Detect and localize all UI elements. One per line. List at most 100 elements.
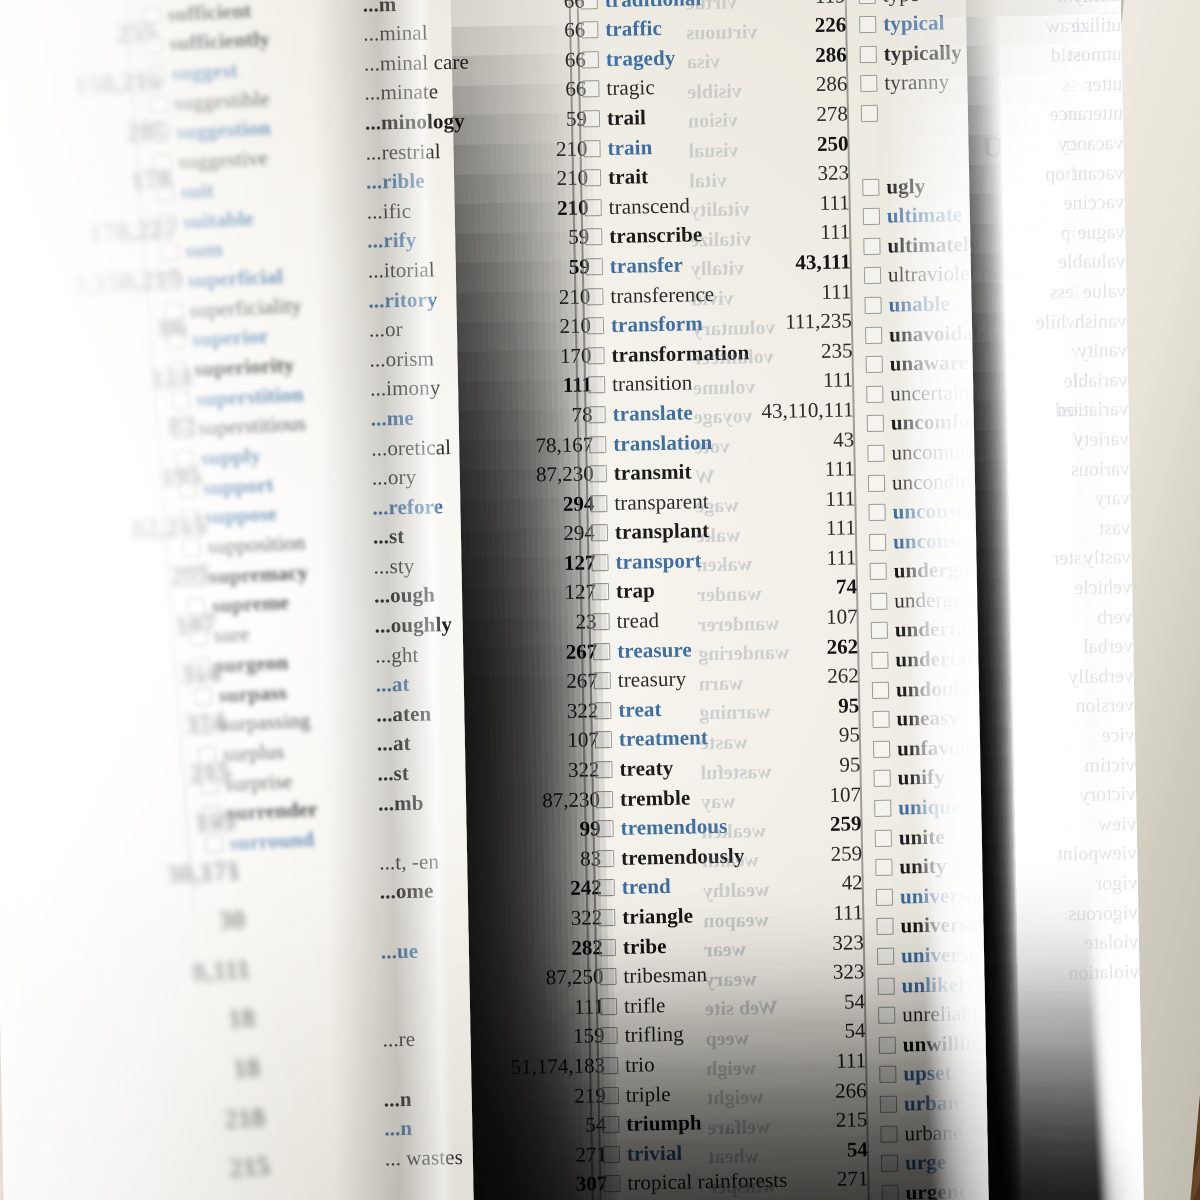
- checkbox-icon[interactable]: [200, 775, 219, 794]
- checkbox-icon[interactable]: [169, 361, 188, 380]
- checkbox-icon[interactable]: [153, 154, 173, 173]
- checkbox-icon[interactable]: [591, 583, 610, 601]
- checkbox-icon[interactable]: [601, 1086, 619, 1104]
- checkbox-icon[interactable]: [867, 444, 885, 462]
- checkbox-icon[interactable]: [587, 376, 606, 394]
- checkbox-icon[interactable]: [859, 15, 877, 34]
- checkbox-icon[interactable]: [874, 799, 892, 818]
- index-entry[interactable]: ...st294: [373, 521, 596, 555]
- checkbox-icon[interactable]: [158, 213, 177, 232]
- index-entry[interactable]: ...n219: [384, 1083, 607, 1117]
- checkbox-icon[interactable]: [581, 50, 599, 69]
- checkbox-icon[interactable]: [178, 479, 197, 498]
- checkbox-icon[interactable]: [597, 849, 615, 868]
- checkbox-icon[interactable]: [867, 474, 886, 492]
- index-entry[interactable]: ...re159: [382, 1024, 605, 1058]
- checkbox-icon[interactable]: [600, 1056, 619, 1075]
- index-entry[interactable]: 99: [378, 816, 601, 850]
- checkbox-icon[interactable]: [155, 183, 175, 202]
- checkbox-icon[interactable]: [859, 45, 877, 63]
- index-entry[interactable]: 307: [385, 1172, 608, 1200]
- index-entry[interactable]: ...ritory210: [368, 284, 591, 318]
- checkbox-icon[interactable]: [198, 746, 217, 765]
- checkbox-icon[interactable]: [144, 35, 164, 54]
- checkbox-icon[interactable]: [595, 790, 614, 808]
- checkbox-icon[interactable]: [865, 355, 883, 374]
- checkbox-icon[interactable]: [583, 169, 602, 187]
- checkbox-icon[interactable]: [149, 95, 168, 113]
- checkbox-icon[interactable]: [881, 1184, 899, 1200]
- checkbox-icon[interactable]: [865, 326, 883, 344]
- index-entry[interactable]: ...at107: [377, 728, 600, 762]
- index-entry[interactable]: ...rible210: [366, 166, 589, 200]
- index-entry[interactable]: ...minology 59: [365, 106, 588, 140]
- index-entry[interactable]: ...or210: [369, 313, 592, 347]
- index-entry[interactable]: ...ue282: [381, 935, 604, 969]
- index-entry[interactable]: ...orism170: [369, 343, 592, 377]
- checkbox-icon[interactable]: [877, 977, 895, 995]
- index-entry[interactable]: ...minate 66: [364, 77, 587, 111]
- checkbox-icon[interactable]: [880, 1125, 898, 1143]
- checkbox-icon[interactable]: [187, 598, 206, 617]
- checkbox-icon[interactable]: [876, 918, 894, 936]
- checkbox-icon[interactable]: [196, 716, 215, 735]
- index-entry[interactable]: ...at267: [376, 669, 599, 703]
- checkbox-icon[interactable]: [176, 450, 195, 469]
- checkbox-icon[interactable]: [879, 1095, 898, 1113]
- checkbox-icon[interactable]: [191, 657, 210, 676]
- index-entry[interactable]: ...mb 87,230: [378, 787, 601, 821]
- index-entry[interactable]: urgency 162: [881, 1176, 1144, 1200]
- index-entry[interactable]: ...ght267: [375, 639, 598, 673]
- index-entry[interactable]: 87,250: [381, 964, 604, 998]
- index-entry[interactable]: ...itorial 59: [368, 254, 591, 288]
- checkbox-icon[interactable]: [182, 539, 201, 557]
- checkbox-icon[interactable]: [162, 272, 181, 291]
- checkbox-icon[interactable]: [582, 80, 600, 98]
- checkbox-icon[interactable]: [173, 420, 193, 439]
- checkbox-icon[interactable]: [189, 627, 208, 646]
- checkbox-icon[interactable]: [872, 740, 891, 758]
- checkbox-icon[interactable]: [875, 858, 893, 877]
- checkbox-icon[interactable]: [585, 228, 603, 246]
- checkbox-icon[interactable]: [870, 622, 889, 640]
- checkbox-icon[interactable]: [866, 385, 884, 403]
- checkbox-icon[interactable]: [585, 258, 603, 276]
- checkbox-icon[interactable]: [147, 65, 166, 84]
- checkbox-icon[interactable]: [581, 21, 599, 39]
- checkbox-icon[interactable]: [164, 302, 184, 321]
- checkbox-icon[interactable]: [862, 207, 881, 226]
- checkbox-icon[interactable]: [594, 731, 613, 749]
- checkbox-icon[interactable]: [600, 1027, 618, 1045]
- checkbox-icon[interactable]: [590, 494, 608, 513]
- checkbox-icon[interactable]: [878, 1006, 896, 1025]
- checkbox-icon[interactable]: [591, 553, 609, 572]
- index-entry[interactable]: 51,174,183: [383, 1053, 606, 1087]
- checkbox-icon[interactable]: [590, 524, 609, 542]
- checkbox-icon[interactable]: [171, 391, 190, 409]
- checkbox-icon[interactable]: [863, 267, 882, 285]
- checkbox-icon[interactable]: [879, 1065, 897, 1084]
- index-entry[interactable]: ...sty127: [373, 550, 596, 584]
- checkbox-icon[interactable]: [586, 317, 605, 335]
- checkbox-icon[interactable]: [869, 562, 887, 581]
- checkbox-icon[interactable]: [862, 178, 880, 196]
- index-entry[interactable]: ...me 78: [370, 402, 593, 436]
- index-entry[interactable]: ...restrial210: [365, 136, 588, 170]
- checkbox-icon[interactable]: [874, 829, 892, 847]
- index-entry[interactable]: ...oretical 78,167: [371, 432, 594, 466]
- checkbox-icon[interactable]: [858, 0, 876, 4]
- index-entry[interactable]: ...minal care 66: [364, 47, 587, 81]
- checkbox-icon[interactable]: [584, 198, 602, 217]
- checkbox-icon[interactable]: [871, 681, 890, 699]
- checkbox-icon[interactable]: [598, 908, 616, 927]
- checkbox-icon[interactable]: [160, 243, 179, 261]
- checkbox-icon[interactable]: [868, 533, 887, 551]
- checkbox-icon[interactable]: [872, 710, 890, 729]
- checkbox-icon[interactable]: [596, 820, 614, 838]
- checkbox-icon[interactable]: [871, 651, 889, 670]
- checkbox-icon[interactable]: [864, 296, 882, 315]
- index-entry[interactable]: ... wastes271: [385, 1142, 608, 1176]
- checkbox-icon[interactable]: [599, 968, 617, 986]
- checkbox-icon[interactable]: [593, 672, 611, 690]
- checkbox-icon[interactable]: [580, 0, 598, 10]
